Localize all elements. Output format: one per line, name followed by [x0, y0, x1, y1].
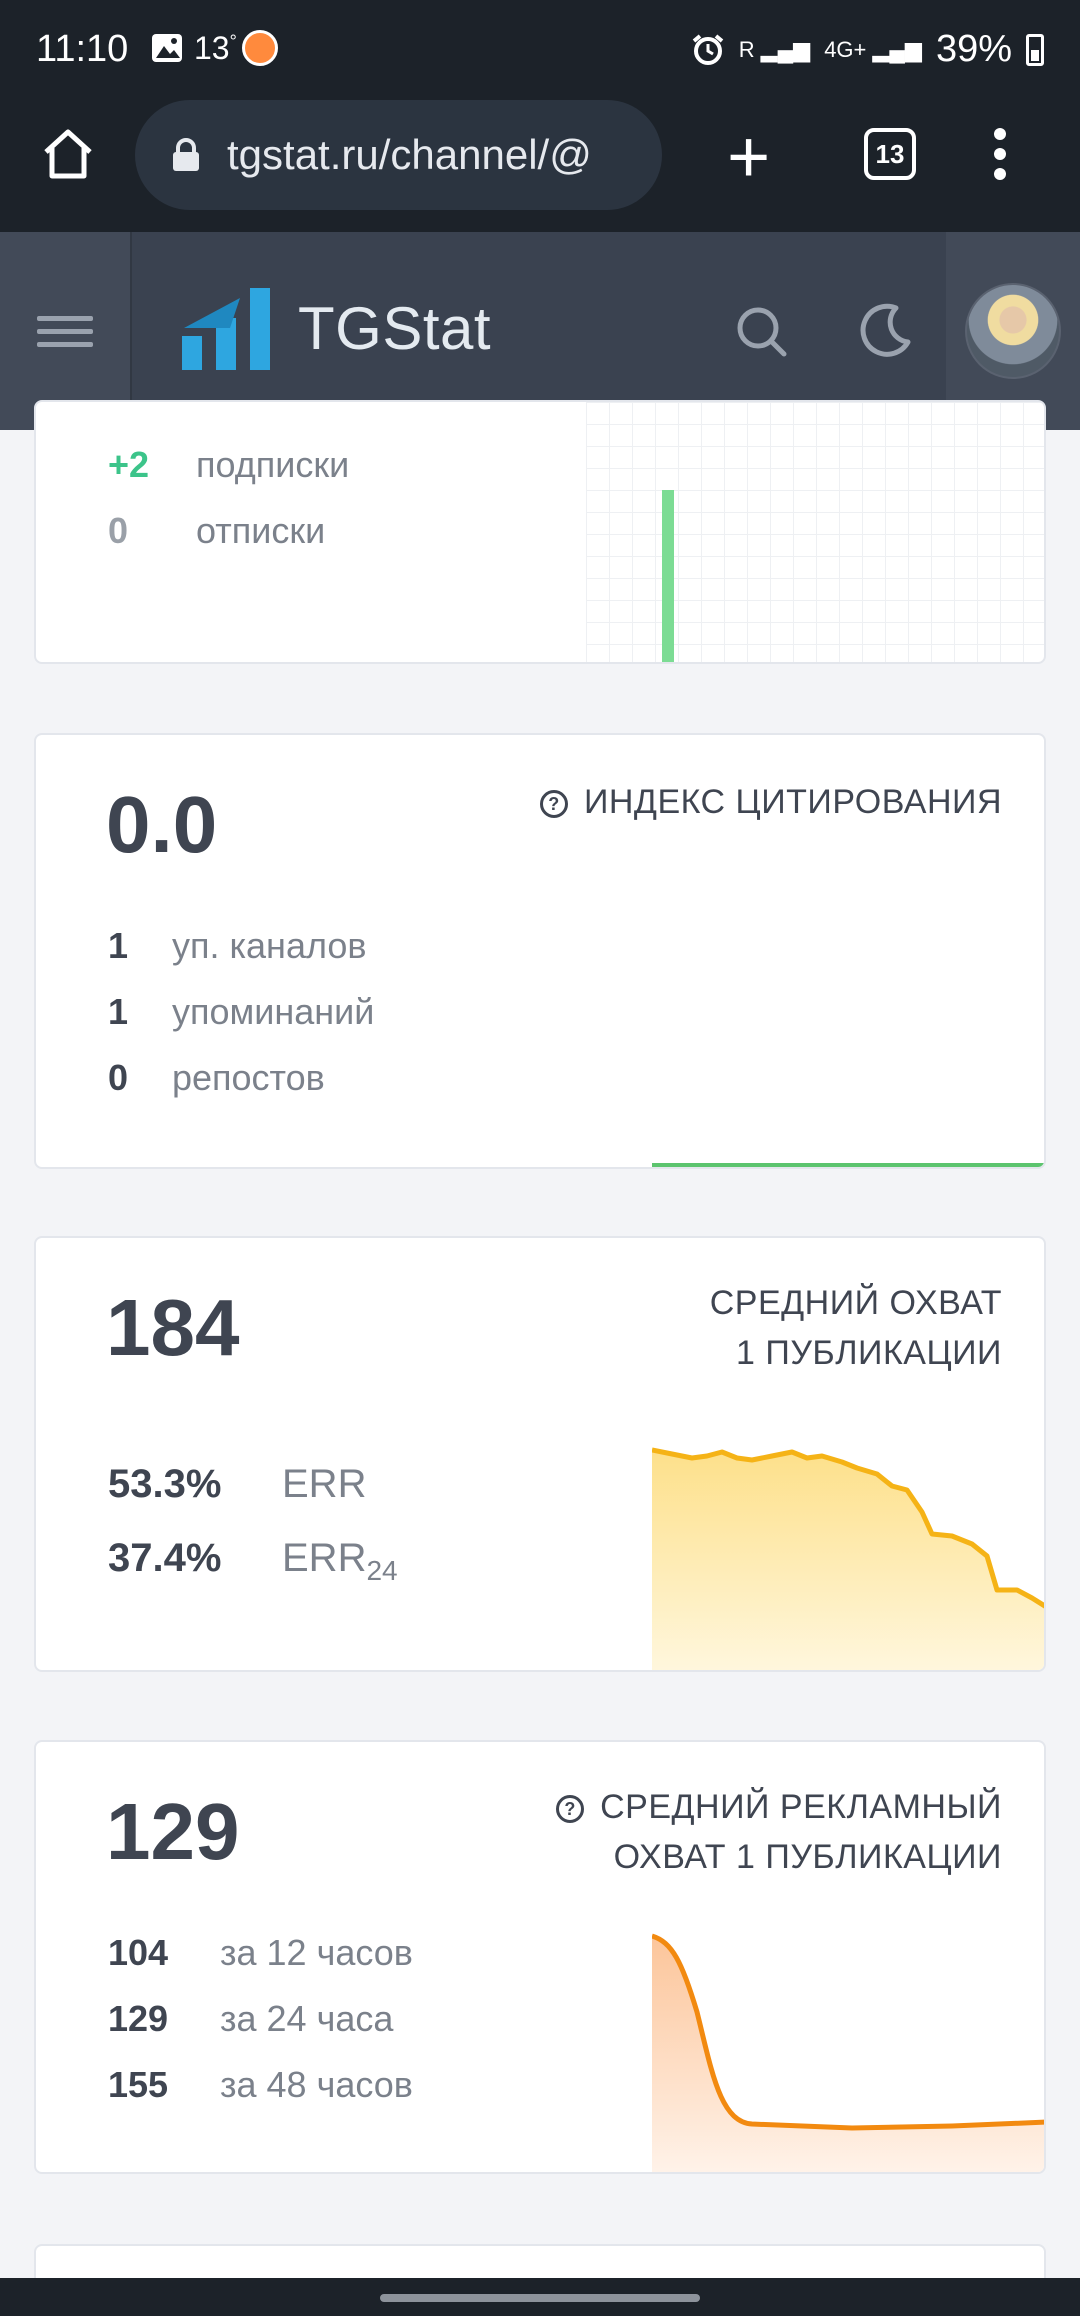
average-ad-reach-value: 129	[106, 1787, 240, 1876]
network-4g-icon: 4G+ ▂▄▆	[824, 36, 922, 62]
subscriptions-chart-bar	[662, 490, 674, 662]
subscribed-value: +2	[108, 444, 150, 485]
avatar	[965, 283, 1061, 379]
err-value: 53.3%	[108, 1462, 222, 1506]
logo-icon	[182, 288, 270, 370]
citation-row: 1 уп. каналов	[108, 925, 367, 966]
status-bar: 11:10 13° R ▂▄▆ 4G+ ▂▄▆ 39%	[0, 0, 1080, 100]
subscribed-label: подписки	[196, 444, 350, 485]
citation-index-card: 0.0 ? ИНДЕКС ЦИТИРОВАНИЯ 1 уп. каналов 1 …	[34, 733, 1046, 1169]
app-notification-icon	[242, 30, 278, 66]
ad-reach-row: 104 за 12 часов	[108, 1932, 413, 1973]
err24-row: 37.4% ERR24	[108, 1536, 398, 1587]
ad-reach-row: 155 за 48 часов	[108, 2064, 413, 2105]
citation-row: 1 упоминаний	[108, 991, 375, 1032]
citation-row: 0 репостов	[108, 1057, 325, 1098]
citation-sparkline	[652, 1163, 1044, 1167]
average-reach-value: 184	[106, 1283, 240, 1372]
unsubscribed-label: отписки	[196, 510, 326, 551]
unsubscribed-row: 0 отписки	[108, 510, 325, 552]
brand-name: TGStat	[298, 294, 492, 362]
home-icon[interactable]	[40, 126, 96, 182]
err-label: ERR	[282, 1462, 367, 1506]
err-row: 53.3% ERR	[108, 1462, 366, 1507]
citation-index-value: 0.0	[106, 780, 218, 869]
citation-index-title: ? ИНДЕКС ЦИТИРОВАНИЯ	[539, 777, 1002, 827]
more-menu-icon[interactable]	[990, 128, 1010, 184]
average-ad-reach-sparkline	[652, 1933, 1044, 2172]
browser-toolbar: tgstat.ru/channel/@ + 13	[0, 100, 1080, 232]
url-text: tgstat.ru/channel/@	[227, 131, 592, 178]
system-icons: R ▂▄▆ 4G+ ▂▄▆ 39%	[691, 28, 1044, 71]
subscriptions-chart-grid	[586, 402, 1044, 662]
unsubscribed-value: 0	[108, 510, 129, 551]
average-reach-card: 184 СРЕДНИЙ ОХВАТ 1 ПУБЛИКАЦИИ 53.3% ERR…	[34, 1236, 1046, 1672]
battery-percent: 39%	[935, 28, 1012, 70]
address-bar[interactable]: tgstat.ru/channel/@	[135, 100, 662, 210]
average-ad-reach-card: 129 ? СРЕДНИЙ РЕКЛАМНЫЙ ОХВАТ 1 ПУБЛИКАЦИ…	[34, 1740, 1046, 2174]
gesture-handle[interactable]	[380, 2294, 700, 2302]
search-icon[interactable]	[734, 304, 790, 360]
average-ad-reach-title: ? СРЕДНИЙ РЕКЛАМНЫЙ ОХВАТ 1 ПУБЛИКАЦИИ	[556, 1782, 1002, 1882]
signal-icon: R ▂▄▆	[738, 36, 811, 62]
navigation-bar	[0, 2278, 1080, 2316]
err24-value: 37.4%	[108, 1536, 222, 1580]
tgstat-logo[interactable]: TGStat	[180, 284, 491, 372]
hamburger-icon	[37, 308, 93, 355]
weather-temperature: 13°	[194, 30, 237, 66]
new-tab-button[interactable]: +	[727, 120, 770, 194]
average-reach-title: СРЕДНИЙ ОХВАТ 1 ПУБЛИКАЦИИ	[709, 1284, 1002, 1372]
tab-switcher-button[interactable]: 13	[864, 128, 916, 180]
help-icon[interactable]: ?	[539, 790, 568, 818]
subscribed-row: +2 подписки	[108, 444, 349, 486]
average-reach-sparkline	[652, 1447, 1044, 1670]
ad-reach-row: 129 за 24 часа	[108, 1998, 394, 2039]
subscriptions-card: +2 подписки 0 отписки	[34, 400, 1046, 664]
clock: 11:10	[36, 28, 129, 70]
alarm-icon	[692, 33, 724, 65]
help-icon[interactable]: ?	[556, 1795, 585, 1823]
err24-label: ERR24	[282, 1536, 398, 1586]
dark-mode-icon[interactable]	[858, 302, 914, 358]
battery-icon	[1026, 33, 1044, 66]
lock-icon	[173, 138, 199, 171]
gallery-icon	[152, 34, 182, 62]
